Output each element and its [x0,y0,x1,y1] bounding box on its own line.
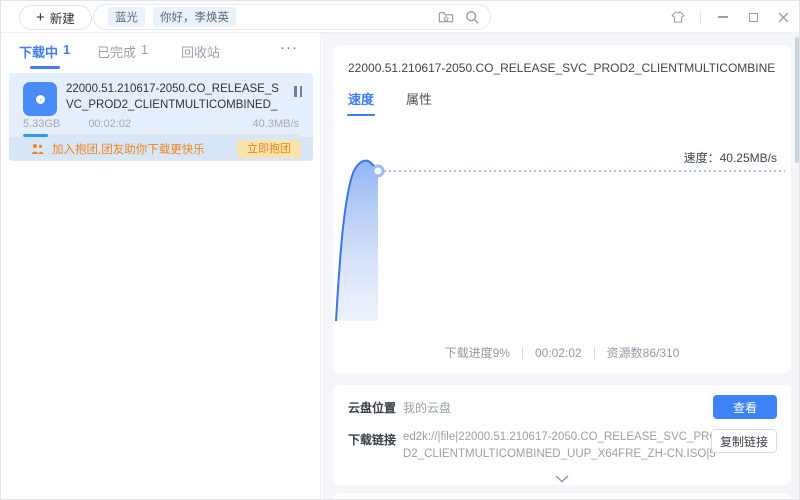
chevron-down-icon[interactable] [555,475,569,483]
tab-downloading[interactable]: 下载中 1 [19,42,71,69]
file-info-card: 云盘位置 我的云盘 查看 下载链接 ed2k://|file|22000.51.… [333,385,791,485]
top-bar: + 新建 蓝光 你好，李焕英 [1,1,799,33]
download-manager-window: + 新建 蓝光 你好，李焕英 下载中 1 已完成 1 回收站 ··· 22000… [0,0,800,500]
list-tabs: 下载中 1 已完成 1 回收站 ··· [1,33,320,69]
current-speed-marker [371,164,385,178]
promo-banner[interactable]: 加入抱团,团友助你下载更快乐 立即抱团 [9,137,313,161]
window-controls [670,1,791,33]
divider [521,346,523,359]
next-card-partial [333,493,791,499]
tab-label: 已完成 [97,45,137,60]
plus-icon: + [36,9,45,26]
promo-text: 加入抱团,团友助你下载更快乐 [52,144,205,156]
task-filename: 22000.51.210617-2050.CO_RELEASE_SVC_PROD… [66,83,279,112]
tab-completed[interactable]: 已完成 1 [97,42,148,61]
maximize-button[interactable] [745,9,761,25]
join-group-button[interactable]: 立即抱团 [237,140,301,158]
search-tag[interactable]: 你好，李焕英 [153,7,236,27]
new-task-label: 新建 [49,12,75,26]
copy-link-button[interactable]: 复制链接 [711,429,777,453]
tab-label: 下载中 [19,45,59,60]
tab-recycle-bin[interactable]: 回收站 [181,42,220,61]
tab-label: 速度 [348,92,375,107]
task-speed: 40.3MB/s [252,118,299,130]
resource-count-text: 资源数86/310 [606,346,680,360]
collection-folder-icon[interactable] [438,9,454,25]
iso-file-icon [23,82,57,116]
search-icon[interactable] [464,9,480,25]
cloud-location-label: 云盘位置 [348,401,397,415]
download-link-value: ed2k://|file|22000.51.210617-2050.CO_REL… [403,431,719,460]
task-elapsed: 00:02:02 [88,118,132,130]
tab-count: 1 [141,42,149,57]
cloud-location-value: 我的云盘 [403,401,452,415]
pause-icon[interactable] [294,86,302,97]
task-list-panel: 下载中 1 已完成 1 回收站 ··· 22000.51.210617-2050… [1,33,321,499]
divider [593,346,595,359]
divider [700,10,701,24]
task-size: 5.33GB [23,118,61,130]
speed-chart-card: 22000.51.210617-2050.CO_RELEASE_SVC_PROD… [333,45,791,373]
more-menu-button[interactable]: ··· [280,39,298,56]
speed-chart [333,111,791,331]
download-link-label: 下载链接 [348,433,397,447]
close-button[interactable] [775,9,791,25]
chart-footer-stats: 下载进度9% 00:02:02 资源数86/310 [333,344,791,361]
tab-label: 属性 [406,92,433,107]
search-suggestions: 蓝光 你好，李焕英 [108,7,438,27]
panel-scrollbar[interactable] [795,37,799,163]
minimize-button[interactable] [715,9,731,25]
new-task-button[interactable]: + 新建 [19,5,92,30]
download-task-item[interactable]: 22000.51.210617-2050.CO_RELEASE_SVC_PROD… [9,73,313,161]
search-tag[interactable]: 蓝光 [108,7,145,27]
view-cloud-button[interactable]: 查看 [713,395,777,419]
elapsed-time-text: 00:02:02 [534,345,582,360]
search-input[interactable]: 蓝光 你好，李焕英 [93,4,491,30]
skin-theme-icon[interactable] [670,9,686,25]
tab-count: 1 [63,42,71,57]
current-speed-label: 速度：40.25MB/s [683,151,777,165]
tab-label: 回收站 [181,45,221,60]
detail-panel: 22000.51.210617-2050.CO_RELEASE_SVC_PROD… [322,33,799,499]
detail-title: 22000.51.210617-2050.CO_RELEASE_SVC_PROD… [348,61,776,75]
download-progress-text: 下载进度9% [444,346,510,360]
group-people-icon [31,144,44,154]
task-stats: 5.33GB 00:02:02 40.3MB/s [23,118,299,130]
